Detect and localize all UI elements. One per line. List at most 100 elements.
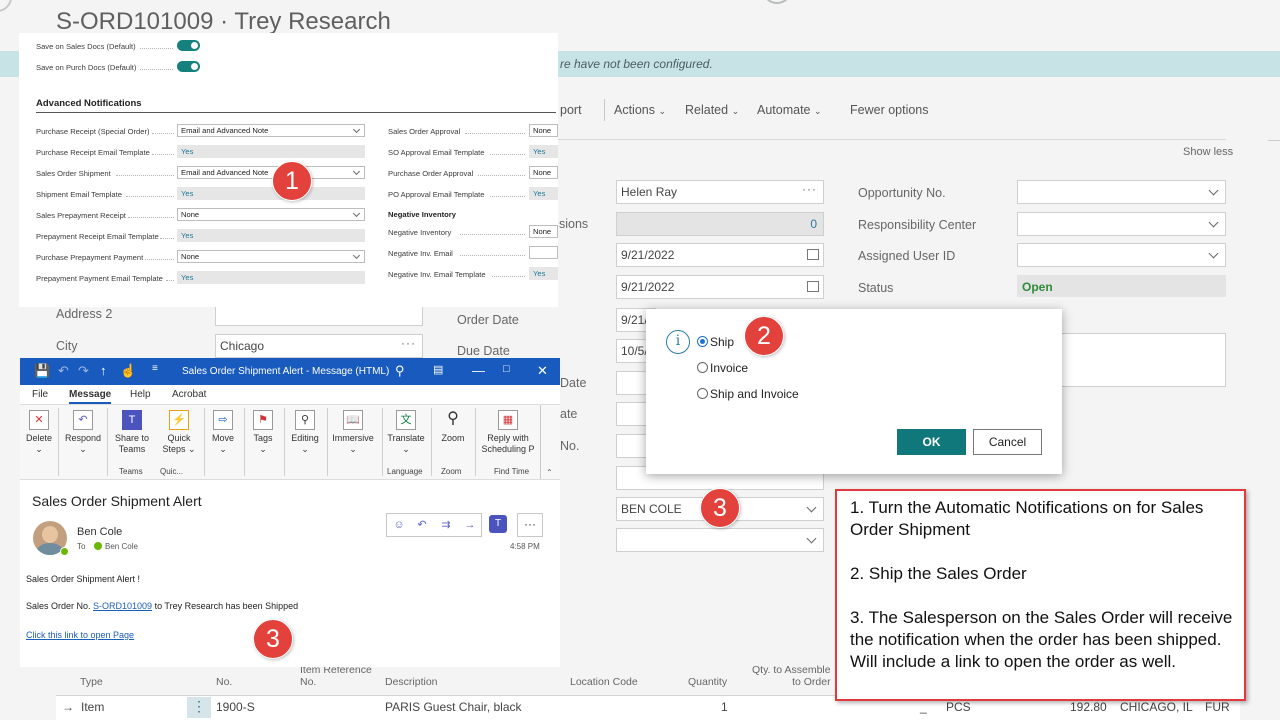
order-number-link[interactable]: S-ORD101009	[93, 601, 152, 611]
reply-with-scheduling-button[interactable]: ▦ Reply with Scheduling P	[480, 410, 536, 455]
quick-steps-button[interactable]: ⚡ Quick Steps ⌄	[160, 410, 198, 455]
cancel-button[interactable]: Cancel	[973, 429, 1042, 455]
ribbon-group-find-time: Find Time	[494, 467, 530, 476]
input-negative-inv-email[interactable]	[529, 246, 558, 259]
email-recipient[interactable]: Ben Cole	[105, 542, 138, 551]
back-button-icon[interactable]	[0, 0, 12, 12]
search-icon[interactable]: ⚲	[395, 363, 405, 379]
tab-message[interactable]: Message	[69, 389, 112, 404]
immersive-button[interactable]: 📖 Immersive ⌄	[330, 410, 376, 455]
share-to-teams-button[interactable]: T Share to Teams	[112, 410, 152, 455]
opportunity-no-field[interactable]	[1017, 180, 1226, 204]
calendar-icon[interactable]	[807, 281, 819, 292]
row-description[interactable]: PARIS Guest Chair, black	[385, 700, 522, 714]
save-icon[interactable]: 💾	[34, 363, 50, 379]
responsibility-center-field[interactable]	[1017, 212, 1226, 236]
label-extensions: sions	[559, 217, 589, 231]
editing-button[interactable]: ⚲ Editing ⌄	[288, 410, 322, 455]
campaign-field[interactable]	[616, 528, 824, 552]
open-page-link[interactable]: Click this link to open Page	[26, 630, 134, 640]
email-sender[interactable]: Ben Cole	[77, 526, 122, 538]
row-no[interactable]: 1900-S	[216, 700, 255, 714]
search-icon: ⚲	[295, 410, 315, 430]
row-quantity[interactable]: 1	[721, 700, 728, 714]
ribbon-scrollbar[interactable]	[540, 405, 541, 479]
document-date-field[interactable]: 9/21/2022	[616, 243, 824, 267]
respond-button[interactable]: ↶ Respond ⌄	[64, 410, 102, 455]
reply-icon[interactable]: ↶	[412, 515, 432, 535]
row-currency[interactable]: FUR	[1205, 700, 1230, 714]
move-button[interactable]: ⇨ Move ⌄	[208, 410, 238, 455]
menu-related[interactable]: Related ⌄	[685, 103, 739, 117]
toggle-save-sales-docs[interactable]	[177, 40, 200, 51]
select-negative-inventory[interactable]: None	[529, 225, 558, 238]
calendar-icon: ▦	[498, 410, 518, 430]
select-purchase-prepayment-payment[interactable]: None	[177, 250, 365, 263]
menu-actions[interactable]: Actions ⌄	[614, 103, 666, 117]
collapse-ribbon-icon[interactable]: ⌃	[546, 468, 553, 477]
redo-icon[interactable]: ↷	[78, 363, 89, 379]
dotted-leader	[140, 48, 173, 49]
menu-automate[interactable]: Automate ⌄	[757, 103, 822, 117]
edit-mode-icon[interactable]	[762, 0, 792, 4]
radio-invoice[interactable]	[697, 362, 708, 373]
tab-acrobat[interactable]: Acrobat	[172, 389, 206, 400]
maximize-icon[interactable]: □	[503, 363, 510, 375]
select-purchase-receipt-special[interactable]: Email and Advanced Note	[177, 124, 365, 137]
instruction-step-2: 2. Ship the Sales Order	[850, 564, 1027, 583]
dotted-leader	[490, 154, 525, 155]
delete-button[interactable]: ✕ Delete ⌄	[24, 410, 54, 455]
teams-icon[interactable]: T	[489, 515, 507, 533]
forward-icon[interactable]: →	[460, 515, 480, 535]
menu-fewer-options[interactable]: Fewer options	[850, 103, 929, 117]
minimize-icon[interactable]: —	[472, 363, 485, 378]
radio-ship-and-invoice[interactable]	[697, 388, 708, 399]
menu-report[interactable]: port	[560, 103, 582, 117]
reply-all-icon[interactable]: ⇉	[436, 515, 456, 535]
customize-toolbar-icon[interactable]: ≡	[152, 363, 158, 374]
toggle-save-purch-docs[interactable]	[177, 61, 200, 72]
chevron-down-icon[interactable]	[1208, 248, 1219, 259]
select-sales-order-approval[interactable]: None	[529, 124, 558, 137]
translate-button[interactable]: 文 Translate ⌄	[386, 410, 426, 455]
radio-invoice-label[interactable]: Invoice	[710, 361, 748, 375]
chevron-down-icon[interactable]	[1208, 217, 1219, 228]
city-field[interactable]: Chicago ···	[215, 334, 423, 358]
zoom-button[interactable]: ⚲ Zoom	[436, 410, 470, 444]
chevron-down-icon[interactable]	[806, 533, 817, 544]
emoji-icon[interactable]: ☺	[389, 515, 409, 535]
heading-rule	[36, 112, 556, 113]
assigned-user-field[interactable]	[1017, 243, 1226, 267]
row-type[interactable]: Item	[81, 700, 104, 714]
radio-ship[interactable]	[697, 336, 708, 347]
contact-field[interactable]: Helen Ray ···	[616, 180, 824, 204]
select-sales-prepayment-receipt[interactable]: None	[177, 208, 365, 221]
chevron-down-icon[interactable]	[1208, 185, 1219, 196]
chevron-down-icon[interactable]	[806, 502, 817, 513]
tab-help[interactable]: Help	[130, 389, 151, 400]
touch-mode-icon[interactable]: ☝	[120, 363, 136, 379]
row-menu-icon[interactable]: ⋮	[187, 697, 211, 718]
col-no: No.	[216, 676, 233, 688]
more-options-icon[interactable]: ···	[517, 513, 543, 537]
show-less-link[interactable]: Show less	[1183, 146, 1233, 158]
ok-button[interactable]: OK	[897, 429, 966, 455]
header-divider	[558, 139, 1226, 140]
row-price[interactable]: 192.80	[1070, 700, 1107, 714]
undo-icon[interactable]: ↶	[58, 363, 69, 379]
row-location[interactable]: CHICAGO, IL	[1120, 700, 1193, 714]
step-badge-3-dialog: 3	[700, 488, 740, 528]
calendar-icon[interactable]	[807, 249, 819, 260]
posting-date-field[interactable]: 9/21/2022	[616, 275, 824, 299]
up-arrow-icon[interactable]: ↑	[100, 363, 107, 378]
tags-button[interactable]: ⚑ Tags ⌄	[248, 410, 278, 455]
select-sales-order-shipment[interactable]: Email and Advanced Note	[177, 166, 365, 179]
select-purchase-order-approval[interactable]: None	[529, 166, 558, 179]
row-uom[interactable]: PCS	[946, 700, 971, 714]
col-qty-assemble: Qty. to Assemble to Order	[752, 664, 831, 688]
close-icon[interactable]: ✕	[537, 363, 548, 379]
ribbon-display-icon[interactable]: ▤	[433, 363, 443, 376]
radio-ship-label[interactable]: Ship	[710, 335, 734, 349]
radio-ship-and-invoice-label[interactable]: Ship and Invoice	[710, 387, 799, 401]
tab-file[interactable]: File	[32, 389, 48, 400]
